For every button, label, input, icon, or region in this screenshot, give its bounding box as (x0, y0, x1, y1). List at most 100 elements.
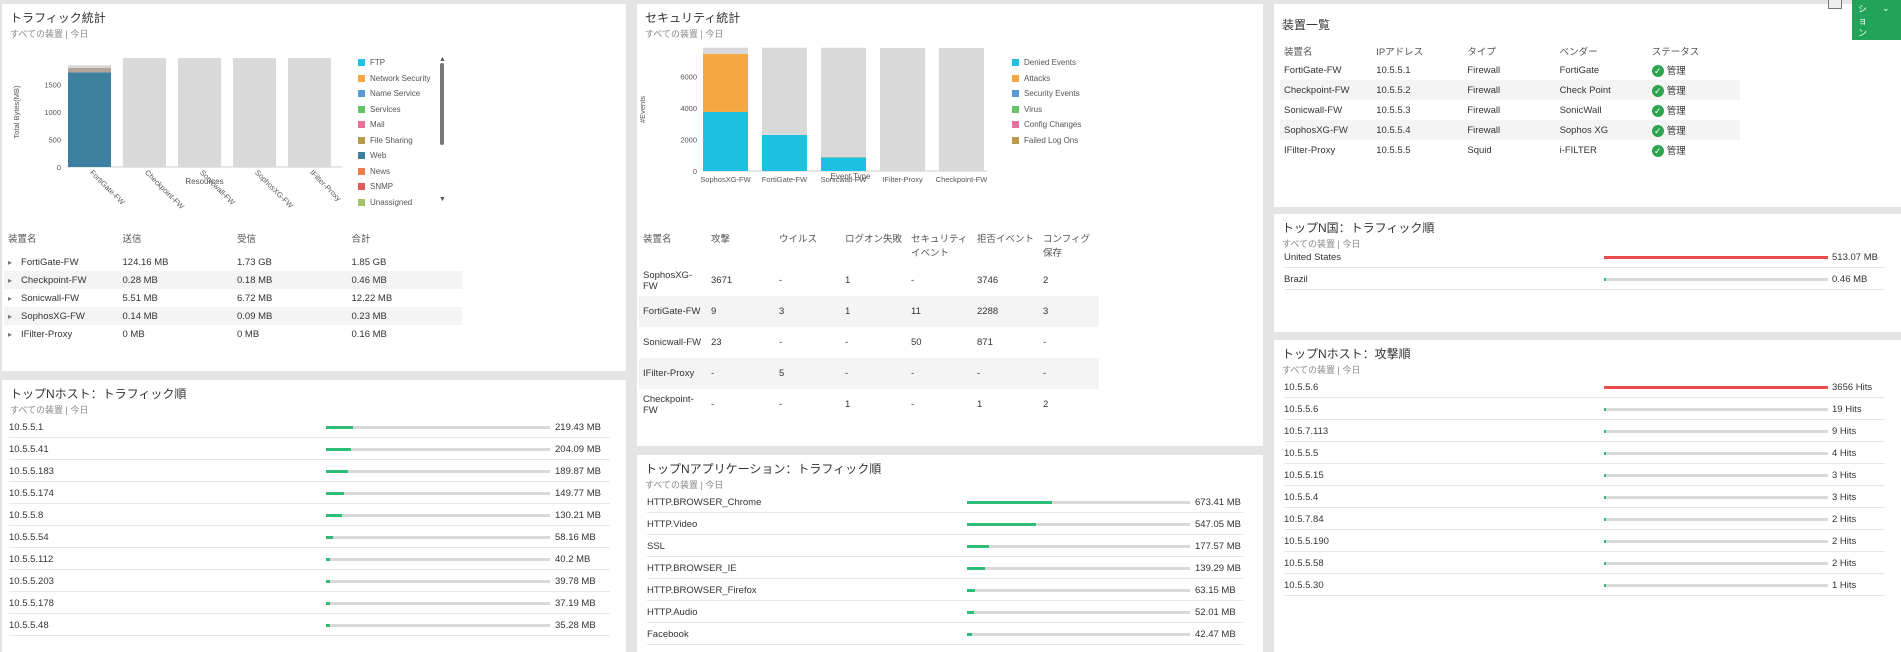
list-item[interactable]: 10.5.5.190 2 Hits (1284, 530, 1885, 552)
table-cell: 0.23 MB (347, 307, 462, 325)
column-header[interactable]: IPアドレス (1372, 42, 1463, 60)
column-header[interactable]: 拒否イベント (973, 229, 1039, 265)
legend-item[interactable]: Denied Events (1012, 55, 1081, 71)
column-header[interactable]: タイプ (1463, 42, 1555, 60)
legend-item[interactable]: Virus (1012, 102, 1081, 118)
column-header[interactable]: 装置名 (1280, 42, 1372, 60)
legend-item[interactable]: SNMP (358, 179, 430, 195)
list-item[interactable]: 10.5.5.174 149.77 MB (9, 482, 610, 504)
table-row[interactable]: ▸ Sonicwall-FW 5.51 MB 6.72 MB 12.22 MB (4, 289, 462, 307)
item-label: 10.5.5.6 (1284, 382, 1319, 393)
column-header[interactable]: 攻撃 (707, 229, 775, 265)
list-item[interactable]: HTTP.Video 547.05 MB (647, 513, 1243, 535)
legend-scrollbar[interactable]: ▲ ▼ (439, 56, 446, 206)
legend-item[interactable]: Config Changes (1012, 117, 1081, 133)
legend-item[interactable]: Unassigned (358, 195, 430, 211)
list-item[interactable]: 10.5.5.30 1 Hits (1284, 574, 1885, 596)
column-header[interactable]: ログオン失敗 (841, 229, 907, 265)
table-row[interactable]: SophosXG-FW 3671 - 1 - 3746 2 (639, 265, 1099, 296)
table-row[interactable]: Sonicwall-FW 23 - - 50 871 - (639, 327, 1099, 358)
legend-item[interactable]: Attacks (1012, 71, 1081, 87)
table-row[interactable]: IFilter-Proxy - 5 - - - - (639, 358, 1099, 389)
list-item[interactable]: SSL 177.57 MB (647, 535, 1243, 557)
expand-row-icon[interactable]: ▸ (8, 330, 12, 339)
legend-item[interactable]: Network Security (358, 71, 430, 87)
list-item[interactable]: 10.5.5.15 3 Hits (1284, 464, 1885, 486)
expand-row-icon[interactable]: ▸ (8, 294, 12, 303)
column-header[interactable]: ウイルス (775, 229, 841, 265)
expand-row-icon[interactable]: ▸ (8, 276, 12, 285)
column-header[interactable]: セキュリティイベント (907, 229, 973, 265)
table-row[interactable]: ▸ FortiGate-FW 124.16 MB 1.73 GB 1.85 GB (4, 253, 462, 271)
table-cell: - (841, 327, 907, 358)
scroll-down-icon[interactable]: ▼ (439, 196, 446, 203)
list-item[interactable]: HTTP.BROWSER_Firefox 63.15 MB (647, 579, 1243, 601)
list-item[interactable]: United States 513.07 MB (1284, 246, 1885, 268)
y-axis-label: #Events (638, 96, 647, 123)
list-item[interactable]: 10.5.5.58 2 Hits (1284, 552, 1885, 574)
table-row[interactable]: Checkpoint-FW 10.5.5.2 Firewall Check Point… (1280, 80, 1740, 100)
legend-item[interactable]: Security Events (1012, 86, 1081, 102)
table-row[interactable]: Sonicwall-FW 10.5.5.3 Firewall SonicWall ✓ 管理 (1280, 100, 1740, 120)
list-item[interactable]: 10.5.7.84 2 Hits (1284, 508, 1885, 530)
expand-row-icon[interactable]: ▸ (8, 258, 12, 267)
list-item[interactable]: 10.5.5.41 204.09 MB (9, 438, 610, 460)
list-item[interactable]: HTTP.Audio 52.01 MB (647, 601, 1243, 623)
column-header[interactable]: コンフィグ保存 (1039, 229, 1099, 265)
list-item[interactable]: 10.5.5.48 35.28 MB (9, 614, 610, 636)
table-cell: FortiGate-FW (1280, 60, 1372, 80)
legend-label: Web (370, 151, 387, 161)
list-item[interactable]: 10.5.5.203 39.78 MB (9, 570, 610, 592)
window-icon[interactable] (1828, 0, 1842, 9)
legend-item[interactable]: FTP (358, 55, 430, 71)
legend-item[interactable]: Failed Log Ons (1012, 133, 1081, 149)
list-item[interactable]: Facebook 42.47 MB (647, 623, 1243, 645)
legend-item[interactable]: File Sharing (358, 133, 430, 149)
legend-item[interactable]: News (358, 164, 430, 180)
progress-track (1604, 256, 1828, 259)
list-item[interactable]: 10.5.5.183 189.87 MB (9, 460, 610, 482)
bar-segment (762, 47, 807, 135)
list-item[interactable]: 10.5.5.5 4 Hits (1284, 442, 1885, 464)
list-item[interactable]: 10.5.5.4 3 Hits (1284, 486, 1885, 508)
corner-action-button[interactable]: ション ⌄ (1852, 0, 1901, 40)
list-item[interactable]: 10.5.5.178 37.19 MB (9, 592, 610, 614)
legend-item[interactable]: Services (358, 102, 430, 118)
column-header[interactable]: 合計 (348, 229, 463, 253)
list-item[interactable]: 10.5.5.6 3656 Hits (1284, 376, 1885, 398)
expand-row-icon[interactable]: ▸ (8, 312, 12, 321)
column-header[interactable]: 送信 (119, 229, 234, 253)
table-row[interactable]: SophosXG-FW 10.5.5.4 Firewall Sophos XG ✓ 管理 (1280, 120, 1740, 140)
cell-text: 50 (911, 337, 922, 348)
table-row[interactable]: ▸ SophosXG-FW 0.14 MB 0.09 MB 0.23 MB (4, 307, 462, 325)
list-item[interactable]: 10.5.5.8 130.21 MB (9, 504, 610, 526)
table-cell: FortiGate (1556, 60, 1648, 80)
table-row[interactable]: FortiGate-FW 10.5.5.1 Firewall FortiGate ✓ 管理 (1280, 60, 1740, 80)
column-header[interactable]: 装置名 (4, 229, 119, 253)
list-item[interactable]: 10.5.5.112 40.2 MB (9, 548, 610, 570)
list-item[interactable]: 10.5.5.6 19 Hits (1284, 398, 1885, 420)
list-item[interactable]: 10.5.5.54 58.16 MB (9, 526, 610, 548)
traffic-table: 装置名 送信 受信 合計 ▸ FortiGate-FW 124.16 MB 1.73 GB 1… (4, 229, 462, 343)
list-item[interactable]: Brazil 0.46 MB (1284, 268, 1885, 290)
legend-item[interactable]: Mail (358, 117, 430, 133)
column-header[interactable]: 装置名 (639, 229, 707, 265)
list-item[interactable]: 10.5.5.1 219.43 MB (9, 416, 610, 438)
column-header[interactable]: ベンダー (1556, 42, 1648, 60)
item-value: 4 Hits (1832, 448, 1857, 459)
scroll-up-icon[interactable]: ▲ (439, 56, 446, 63)
column-header[interactable]: ステータス (1648, 42, 1740, 60)
legend-item[interactable]: Name Service (358, 86, 430, 102)
scrollbar-thumb[interactable] (440, 63, 444, 145)
legend-item[interactable]: Web (358, 148, 430, 164)
table-row[interactable]: ▸ IFilter-Proxy 0 MB 0 MB 0.16 MB (4, 325, 462, 343)
list-item[interactable]: 10.5.7.113 9 Hits (1284, 420, 1885, 442)
table-row[interactable]: ▸ Checkpoint-FW 0.28 MB 0.18 MB 0.46 MB (4, 271, 462, 289)
table-row[interactable]: FortiGate-FW 9 3 1 11 2288 3 (639, 296, 1099, 327)
table-row[interactable]: IFilter-Proxy 10.5.5.5 Squid i-FILTER ✓ 管理 (1280, 140, 1740, 160)
cell-text: Checkpoint-FW (1284, 84, 1350, 96)
list-item[interactable]: HTTP.BROWSER_IE 139.29 MB (647, 557, 1243, 579)
list-item[interactable]: HTTP.BROWSER_Chrome 673.41 MB (647, 491, 1243, 513)
column-header[interactable]: 受信 (233, 229, 348, 253)
table-row[interactable]: Checkpoint-FW - - 1 - 1 2 (639, 389, 1099, 420)
